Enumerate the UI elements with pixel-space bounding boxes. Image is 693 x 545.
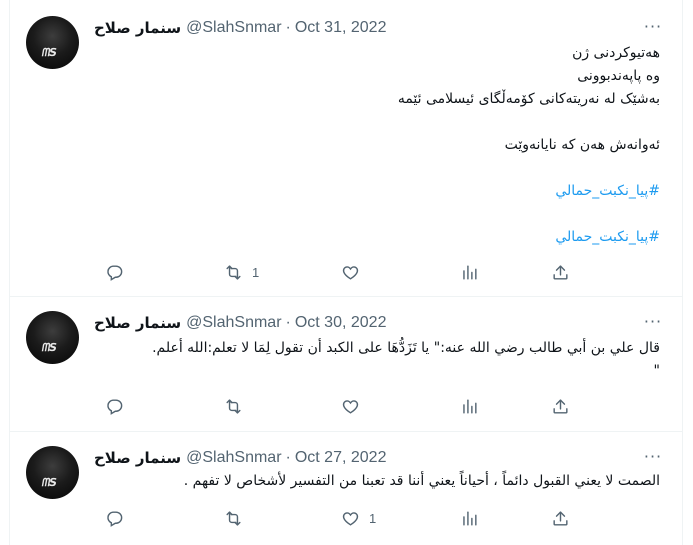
views-icon: [463, 264, 477, 280]
views-button[interactable]: [460, 261, 479, 283]
views-button[interactable]: [460, 507, 479, 529]
separator-dot: ·: [285, 449, 291, 466]
display-name[interactable]: سنمار صلاح: [94, 314, 181, 332]
tweet-text: قال علي بن أبي طالب رضي الله عنه:" يا تَ…: [94, 337, 660, 383]
tweet-date[interactable]: Oct 27, 2022: [295, 449, 387, 467]
tweet-line: قال علي بن أبي طالب رضي الله عنه:" يا تَ…: [152, 340, 660, 356]
share-button[interactable]: [551, 261, 570, 283]
reply-button[interactable]: [105, 507, 124, 529]
tweet[interactable]: ᗰS سنمار صلاح @SlahSnmar · Oct 30, 2022 …: [10, 297, 682, 432]
share-button[interactable]: [551, 395, 570, 417]
tweet-text: هەتیوکردنی ژن وە پاپەندبوونی بەشێک لە نە…: [94, 42, 660, 249]
tweet-line: ": [653, 363, 660, 379]
share-button[interactable]: [551, 507, 570, 529]
share-icon: [553, 510, 568, 526]
reply-icon: [107, 398, 123, 415]
more-icon[interactable]: ···: [643, 19, 663, 36]
like-count: 1: [369, 510, 377, 526]
tweet-actions: 1: [94, 261, 584, 283]
display-name[interactable]: سنمار صلاح: [94, 449, 181, 467]
retweet-button[interactable]: 1: [224, 261, 259, 283]
avatar-mark: ᗰS: [40, 46, 58, 59]
tweet-header: سنمار صلاح @SlahSnmar · Oct 27, 2022: [94, 448, 386, 468]
avatar[interactable]: ᗰS: [26, 311, 79, 364]
reply-button[interactable]: [105, 395, 124, 417]
views-icon: [463, 398, 477, 414]
tweet[interactable]: ᗰS سنمار صلاح @SlahSnmar · Oct 27, 2022 …: [10, 432, 682, 545]
tweet-text: الصمت لا يعني القبول دائماً ، أحياناً يع…: [94, 470, 660, 493]
tweet-header: سنمار صلاح @SlahSnmar · Oct 31, 2022: [94, 18, 386, 38]
tweet-actions: [94, 395, 584, 417]
like-button[interactable]: 1: [341, 507, 376, 529]
avatar[interactable]: ᗰS: [26, 446, 79, 499]
like-button[interactable]: [341, 395, 369, 417]
retweet-icon: [226, 398, 241, 414]
tweet-line: بەشێک لە نەریتەکانی کۆمەڵگای ئیسلامی ئێم…: [397, 91, 660, 107]
tweet-line: ئەوانەش هەن کە نایانەوێت: [504, 137, 660, 153]
more-icon[interactable]: ···: [643, 314, 663, 331]
display-name[interactable]: سنمار صلاح: [94, 19, 181, 37]
user-handle[interactable]: @SlahSnmar: [186, 449, 281, 467]
reply-button[interactable]: [105, 261, 124, 283]
separator-dot: ·: [285, 19, 291, 36]
share-icon: [553, 398, 568, 414]
timeline: ᗰS سنمار صلاح @SlahSnmar · Oct 31, 2022 …: [9, 0, 683, 545]
more-icon[interactable]: ···: [643, 449, 663, 466]
retweet-count: 1: [252, 264, 260, 280]
tweet-actions: 1: [94, 507, 584, 529]
tweet-line: وە پاپەندبوونی: [577, 68, 660, 84]
tweet-date[interactable]: Oct 31, 2022: [295, 19, 387, 37]
retweet-icon: [226, 264, 241, 280]
like-button[interactable]: [341, 261, 369, 283]
views-icon: [463, 510, 477, 526]
retweet-icon: [226, 510, 241, 526]
share-icon: [553, 264, 568, 280]
hashtag-link[interactable]: #پیا_نکبت_حمالي: [94, 226, 660, 249]
avatar-mark: ᗰS: [40, 341, 58, 354]
hashtag-link[interactable]: #پیا_نکبت_حمالي: [94, 180, 660, 203]
reply-icon: [107, 264, 123, 281]
like-icon: [342, 511, 359, 526]
tweet-header: سنمار صلاح @SlahSnmar · Oct 30, 2022: [94, 313, 386, 333]
like-icon: [342, 399, 359, 414]
tweet-line: الصمت لا يعني القبول دائماً ، أحياناً يع…: [183, 473, 660, 489]
separator-dot: ·: [285, 314, 291, 331]
tweet[interactable]: ᗰS سنمار صلاح @SlahSnmar · Oct 31, 2022 …: [10, 0, 682, 297]
user-handle[interactable]: @SlahSnmar: [186, 314, 281, 332]
retweet-button[interactable]: [224, 507, 252, 529]
like-icon: [342, 265, 359, 280]
retweet-button[interactable]: [224, 395, 252, 417]
user-handle[interactable]: @SlahSnmar: [186, 19, 281, 37]
views-button[interactable]: [460, 395, 479, 417]
tweet-date[interactable]: Oct 30, 2022: [295, 314, 387, 332]
avatar[interactable]: ᗰS: [26, 16, 79, 69]
tweet-line: هەتیوکردنی ژن: [572, 45, 660, 61]
reply-icon: [107, 510, 123, 527]
avatar-mark: ᗰS: [40, 476, 58, 489]
